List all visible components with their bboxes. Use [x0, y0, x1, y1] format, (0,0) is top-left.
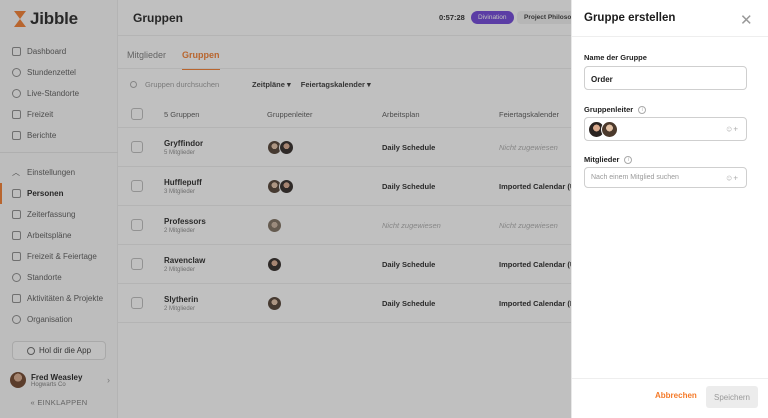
panel-footer: Abbrechen Speichern: [572, 378, 768, 418]
app-window: Jibble Dashboard Stundenzettel Live-Stan…: [0, 0, 768, 418]
info-icon[interactable]: i: [638, 105, 647, 114]
members-label-text: Mitglieder: [584, 155, 620, 164]
group-lead-label-text: Gruppenleiter: [584, 105, 634, 114]
create-group-panel: Gruppe erstellen ✕ Name der Gruppe Order…: [571, 0, 768, 418]
add-user-icon[interactable]: ☺+: [725, 125, 738, 134]
members-search-placeholder: Nach einem Mitglied suchen: [591, 174, 679, 181]
cancel-button[interactable]: Abbrechen: [655, 391, 697, 400]
avatar: [601, 120, 618, 138]
panel-title: Gruppe erstellen: [584, 12, 676, 24]
group-name-label: Name der Gruppe: [584, 53, 647, 62]
group-name-label-text: Name der Gruppe: [584, 53, 647, 62]
members-label: Mitglieder i: [584, 155, 633, 164]
add-user-icon[interactable]: ☺+: [725, 173, 738, 182]
members-search-field[interactable]: Nach einem Mitglied suchen ☺+: [584, 167, 747, 188]
group-lead-field[interactable]: ☺+: [584, 117, 747, 141]
modal-backdrop[interactable]: [0, 0, 571, 418]
info-icon[interactable]: i: [624, 155, 633, 164]
close-icon[interactable]: ✕: [740, 11, 753, 29]
panel-divider: [572, 36, 768, 37]
save-button[interactable]: Speichern: [706, 386, 758, 408]
group-name-field[interactable]: Order: [584, 66, 747, 90]
group-lead-label: Gruppenleiter i: [584, 105, 647, 114]
